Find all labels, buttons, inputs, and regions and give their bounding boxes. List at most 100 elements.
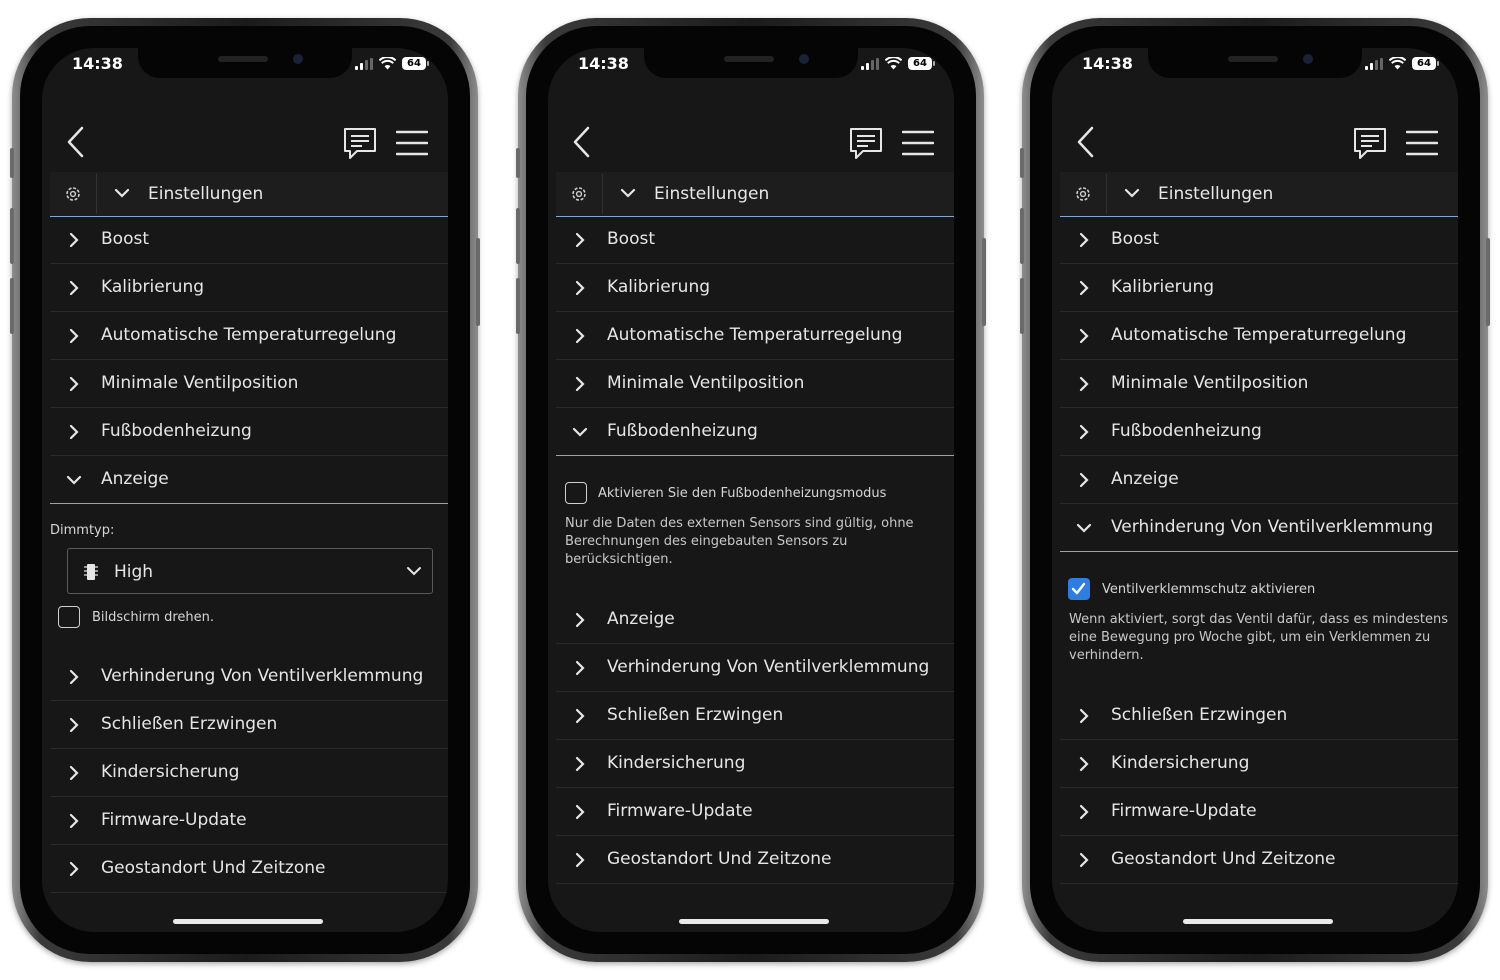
menu-item-auto-temp[interactable]: Automatische Temperaturregelung: [50, 312, 448, 360]
menu-item-label: Kindersicherung: [1111, 753, 1250, 773]
valve-protection-checkbox[interactable]: [1068, 578, 1090, 600]
message-icon[interactable]: [1352, 126, 1388, 162]
menu-item-anzeige[interactable]: Anzeige: [556, 596, 954, 644]
section-header-einstellungen[interactable]: Einstellungen: [50, 172, 448, 217]
ventil-panel: Ventilverklemmschutz aktivieren Wenn akt…: [1060, 552, 1458, 692]
menu-item-geostandort[interactable]: Geostandort Und Zeitzone: [1060, 836, 1458, 884]
menu-item-verhinderung[interactable]: Verhinderung Von Ventilverklemmung: [1060, 504, 1458, 552]
menu-item-kalibrierung[interactable]: Kalibrierung: [50, 264, 448, 312]
message-icon[interactable]: [848, 126, 884, 162]
back-icon[interactable]: [572, 126, 592, 158]
phone-2: 14:38 64 Einstellungen Boost Kalibrierun…: [516, 18, 986, 962]
menu-item-geostandort[interactable]: Geostandort Und Zeitzone: [556, 836, 954, 884]
hamburger-menu-icon[interactable]: [1406, 130, 1438, 156]
menu-item-schliessen[interactable]: Schließen Erzwingen: [1060, 692, 1458, 740]
menu-item-anzeige[interactable]: Anzeige: [1060, 456, 1458, 504]
menu-item-label: Verhinderung Von Ventilverklemmung: [607, 657, 930, 677]
home-indicator[interactable]: [679, 919, 829, 924]
menu-item-label: Geostandort Und Zeitzone: [1111, 849, 1336, 869]
menu-item-geostandort[interactable]: Geostandort Und Zeitzone: [50, 845, 448, 893]
menu-item-label: Verhinderung Von Ventilverklemmung: [1111, 517, 1434, 537]
chevron-right-icon: [69, 717, 79, 733]
screen: 14:38 64 Einstellungen Boost Kalibrierun…: [1052, 48, 1458, 932]
side-button: [1020, 208, 1024, 264]
menu-item-kindersicherung[interactable]: Kindersicherung: [50, 749, 448, 797]
menu-item-label: Verhinderung Von Ventilverklemmung: [101, 666, 424, 686]
menu-item-fussboden[interactable]: Fußbodenheizung: [1060, 408, 1458, 456]
menu-item-fussboden[interactable]: Fußbodenheizung: [556, 408, 954, 456]
menu-item-verhinderung[interactable]: Verhinderung Von Ventilverklemmung: [556, 644, 954, 692]
status-time: 14:38: [578, 54, 629, 73]
menu-item-schliessen[interactable]: Schließen Erzwingen: [50, 701, 448, 749]
menu-item-firmware[interactable]: Firmware-Update: [1060, 788, 1458, 836]
menu-item-min-ventil[interactable]: Minimale Ventilposition: [50, 360, 448, 408]
hamburger-menu-icon[interactable]: [902, 130, 934, 156]
app-header: [42, 108, 448, 168]
divider: [602, 174, 603, 214]
home-indicator[interactable]: [173, 919, 323, 924]
dimm-type-select[interactable]: High: [67, 548, 433, 594]
menu-item-kalibrierung[interactable]: Kalibrierung: [556, 264, 954, 312]
rotate-screen-checkbox[interactable]: [58, 606, 80, 628]
menu-item-boost[interactable]: Boost: [1060, 216, 1458, 264]
chevron-right-icon: [575, 232, 585, 248]
signal-icon: [355, 57, 373, 70]
menu-item-label: Fußbodenheizung: [1111, 421, 1262, 441]
floor-heating-checkbox[interactable]: [565, 482, 587, 504]
message-icon[interactable]: [342, 126, 378, 162]
phone-3: 14:38 64 Einstellungen Boost Kalibrierun…: [1020, 18, 1490, 962]
section-header-einstellungen[interactable]: Einstellungen: [556, 172, 954, 217]
menu-item-schliessen[interactable]: Schließen Erzwingen: [556, 692, 954, 740]
status-icons: 64: [861, 57, 935, 70]
menu-item-auto-temp[interactable]: Automatische Temperaturregelung: [1060, 312, 1458, 360]
menu-item-verhinderung[interactable]: Verhinderung Von Ventilverklemmung: [50, 653, 448, 701]
menu-item-firmware[interactable]: Firmware-Update: [50, 797, 448, 845]
checkmark-icon: [1071, 582, 1086, 595]
menu-item-label: Schließen Erzwingen: [101, 714, 278, 734]
side-button: [1020, 148, 1024, 178]
chevron-right-icon: [575, 328, 585, 344]
chip-icon: [84, 564, 98, 580]
menu-item-min-ventil[interactable]: Minimale Ventilposition: [1060, 360, 1458, 408]
chevron-right-icon: [1079, 804, 1089, 820]
battery-icon: 64: [1412, 57, 1439, 70]
chevron-right-icon: [69, 232, 79, 248]
menu-item-firmware[interactable]: Firmware-Update: [556, 788, 954, 836]
side-button: [10, 278, 14, 334]
hamburger-menu-icon[interactable]: [396, 130, 428, 156]
divider: [96, 174, 97, 214]
menu-item-kalibrierung[interactable]: Kalibrierung: [1060, 264, 1458, 312]
home-indicator[interactable]: [1183, 919, 1333, 924]
chevron-down-icon: [66, 475, 82, 485]
chevron-down-icon: [572, 427, 588, 437]
status-icons: 64: [355, 57, 429, 70]
section-header-einstellungen[interactable]: Einstellungen: [1060, 172, 1458, 217]
menu-item-auto-temp[interactable]: Automatische Temperaturregelung: [556, 312, 954, 360]
section-title: Einstellungen: [1158, 184, 1274, 204]
back-icon[interactable]: [66, 126, 86, 158]
menu-item-anzeige[interactable]: Anzeige: [50, 456, 448, 504]
gear-icon: [1076, 187, 1090, 201]
menu-item-fussboden[interactable]: Fußbodenheizung: [50, 408, 448, 456]
menu-item-label: Kindersicherung: [607, 753, 746, 773]
menu-item-boost[interactable]: Boost: [50, 216, 448, 264]
menu-item-label: Fußbodenheizung: [101, 421, 252, 441]
chevron-right-icon: [575, 660, 585, 676]
menu-item-boost[interactable]: Boost: [556, 216, 954, 264]
menu-item-label: Geostandort Und Zeitzone: [101, 858, 326, 878]
menu-item-label: Geostandort Und Zeitzone: [607, 849, 832, 869]
menu-item-kindersicherung[interactable]: Kindersicherung: [1060, 740, 1458, 788]
notch: [644, 48, 858, 78]
menu-item-kindersicherung[interactable]: Kindersicherung: [556, 740, 954, 788]
chevron-right-icon: [575, 756, 585, 772]
fussboden-panel: Aktivieren Sie den Fußbodenheizungsmodus…: [556, 456, 954, 596]
chevron-right-icon: [1079, 232, 1089, 248]
chevron-right-icon: [1079, 424, 1089, 440]
menu-item-label: Firmware-Update: [607, 801, 753, 821]
menu-item-label: Boost: [607, 229, 655, 249]
chevron-down-icon: [407, 567, 421, 576]
menu-item-min-ventil[interactable]: Minimale Ventilposition: [556, 360, 954, 408]
gear-icon: [66, 187, 80, 201]
back-icon[interactable]: [1076, 126, 1096, 158]
settings-list: Boost Kalibrierung Automatische Temperat…: [50, 216, 448, 893]
